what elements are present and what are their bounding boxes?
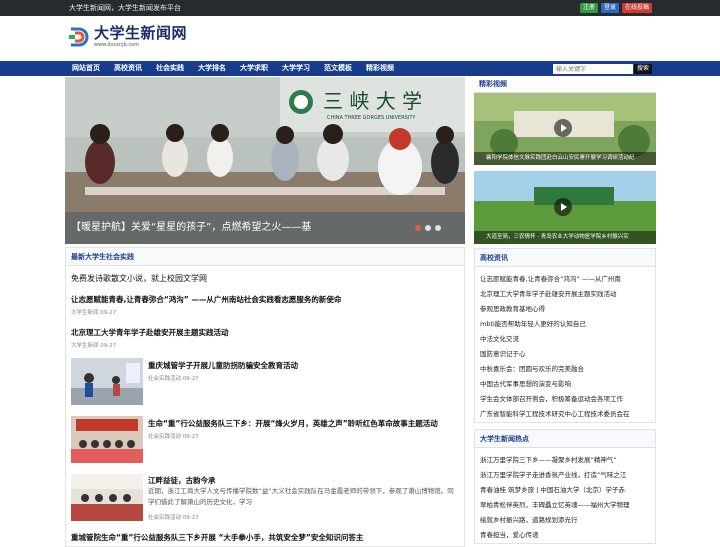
campus-news-section: 高校资讯 让志愿赋能青春,让青春弥合“鸿沟” ——从广州南 北京理工大学青年学子… — [474, 248, 656, 423]
list-item[interactable]: 中秋喜乐会：团圆与欢乐的完美融合 — [480, 363, 584, 373]
site-header: 大学生新闻网 www.dxsxnjb.com — [0, 16, 720, 61]
slider-dots — [415, 225, 441, 231]
list-item[interactable]: 中国古代军事思想的演变与影响 — [480, 378, 571, 388]
list-item[interactable]: 免费发诗歌散文小说，就上校园文学网 — [71, 273, 207, 284]
slider-dot[interactable] — [435, 225, 441, 231]
section-title: 最新大学生社会实践 — [66, 248, 464, 266]
nav-campus-news[interactable]: 高校资讯 — [107, 61, 149, 76]
slider-caption[interactable]: 【暖星护航】关爱“星星的孩子”，点燃希望之火——基 — [65, 212, 465, 244]
nav-templates[interactable]: 范文模板 — [317, 61, 359, 76]
list-item[interactable]: 浙江万里学院学子走进香氛产业线，打造“气味之江 — [480, 469, 626, 479]
thumbnail-image — [71, 416, 143, 463]
play-icon[interactable] — [554, 119, 572, 137]
main-nav: 网站首页 高校资讯 社会实践 大学排名 大学求职 大学学习 范文模板 精彩视频 … — [0, 61, 720, 76]
site-name: 大学生新闻网 — [94, 24, 188, 42]
latest-practice-section: 最新大学生社会实践 免费发诗歌散文小说，就上校园文学网 让志愿赋能青春,让青春弥… — [65, 247, 465, 547]
slider-sign-text: 三 峡 大 学 — [323, 89, 422, 113]
list-item[interactable]: 让志愿赋能青春,让青春弥合“鸿沟” ——从广州南站社会实践看志愿服务的新使命 — [71, 294, 341, 305]
featured-slider[interactable]: 三 峡 大 学 CHINA THREE GORGES UNIVERSITY 【暖… — [65, 77, 465, 244]
list-item[interactable]: mbti能否帮助年轻人更好的认知自己 — [480, 318, 586, 328]
list-item[interactable]: 翠柏青松伴英烈，丰碑矗立忆英魂——福州大学物理 — [480, 499, 630, 509]
slider-sign-en: CHINA THREE GORGES UNIVERSITY — [327, 115, 416, 121]
nav-job-hunting[interactable]: 大学求职 — [233, 61, 275, 76]
nav-social-practice[interactable]: 社会实践 — [149, 61, 191, 76]
list-item[interactable]: 青春油桂 筑梦乡旅 | 中国石油大学（北京）学子赤 — [480, 484, 625, 494]
list-item[interactable]: 重庆城管学子开展儿童防拐防骗安全教育活动 — [148, 360, 298, 371]
list-item-meta: 社会实践活动 09-27 — [148, 376, 199, 382]
search-button[interactable]: 搜索 — [634, 64, 653, 74]
submit-article-button[interactable]: 在线投稿 — [621, 3, 652, 13]
section-title: 大学生新闻热点 — [475, 430, 655, 448]
slider-dot[interactable] — [425, 225, 431, 231]
list-item-meta: 社会实践活动 09-27 — [148, 434, 199, 440]
slider-dot[interactable] — [415, 225, 421, 231]
site-logo[interactable]: 大学生新闻网 www.dxsxnjb.com — [68, 25, 187, 48]
list-item[interactable]: 学生会文体部召开例会，积极筹备运动会各项工作 — [480, 393, 623, 403]
login-button[interactable]: 登录 — [600, 3, 619, 13]
list-item[interactable]: 浙江万里学院三下乡——凝聚乡村发展“精神气” — [480, 454, 617, 464]
thumbnail-image — [71, 474, 143, 521]
list-item-desc: 近期，浙江工商大学人文与传播学院数“益”大义社会实践队在马金霞老师的带领下，参观… — [148, 487, 454, 506]
videos-section-header: 精彩视频 — [474, 77, 656, 93]
list-item[interactable]: 参观思政教育基地心得 — [480, 303, 545, 313]
list-item-meta: 大学生新闻 09-27 — [71, 343, 117, 349]
hot-news-section: 大学生新闻热点 浙江万里学院三下乡——凝聚乡村发展“精神气” 浙江万里学院学子走… — [474, 429, 656, 544]
nav-videos[interactable]: 精彩视频 — [359, 61, 401, 76]
play-icon[interactable] — [554, 198, 572, 216]
video-card[interactable]: 大道至简，三农情怀 · 青岛农业大学动物医学院乡村振兴实 — [474, 171, 656, 244]
list-item[interactable]: 北京理工大学青年学子赴雄安开展主题实践活动 — [480, 288, 617, 298]
list-item-meta: 社会实践活动 09-27 — [148, 515, 199, 521]
video-caption[interactable]: 大道至简，三农情怀 · 青岛农业大学动物医学院乡村振兴实 — [474, 231, 656, 244]
list-item[interactable]: 国防意识记于心 — [480, 348, 526, 358]
list-item[interactable]: 青春担当，爱心传递 — [480, 529, 539, 539]
section-title: 高校资讯 — [475, 249, 655, 267]
nav-study[interactable]: 大学学习 — [275, 61, 317, 76]
site-url: www.dxsxnjb.com — [94, 42, 140, 48]
news-thumbnail[interactable] — [71, 416, 143, 463]
list-item-meta: 大学生新闻 09-27 — [71, 310, 117, 316]
thumbnail-image — [71, 358, 143, 405]
search-box: 搜索 — [553, 64, 653, 74]
nav-home[interactable]: 网站首页 — [68, 61, 107, 76]
nav-university-ranking[interactable]: 大学排名 — [191, 61, 233, 76]
list-item[interactable]: 生命“重”行公益服务队三下乡：开展“烽火岁月，英雄之声”聆听红色革命故事主题活动 — [148, 418, 438, 429]
section-title: 精彩视频 — [474, 77, 656, 93]
list-item[interactable]: 中法文化交流 — [480, 333, 519, 343]
top-bar: 大学生新闻网，大学生新闻发布平台 注册 登录 在线投稿 — [0, 0, 720, 16]
news-thumbnail[interactable] — [71, 358, 143, 405]
list-item[interactable]: 让志愿赋能青春,让青春弥合“鸿沟” ——从广州南 — [480, 273, 621, 283]
list-item[interactable]: 绘就乡村振兴路，道路规划添光行 — [480, 514, 578, 524]
list-item[interactable]: 广东省智能科学工程技术研究中心工程技术委员会在 — [480, 408, 630, 418]
site-slogan: 大学生新闻网，大学生新闻发布平台 — [69, 4, 181, 12]
news-thumbnail[interactable] — [71, 474, 143, 521]
video-caption[interactable]: 襄阳学院体信文脉实践团赴白云山安民寨开展学习调研活动纪 — [474, 152, 656, 165]
register-button[interactable]: 注册 — [579, 3, 598, 13]
video-card[interactable]: 襄阳学院体信文脉实践团赴白云山安民寨开展学习调研活动纪 — [474, 93, 656, 165]
search-input[interactable] — [553, 64, 633, 74]
list-item[interactable]: 江畔益徒，古韵今承 — [148, 475, 216, 486]
list-item[interactable]: 北京理工大学青年学子赴雄安开展主题实践活动 — [71, 327, 229, 338]
dx-logo-icon — [69, 27, 89, 46]
list-item[interactable]: 重城管院生命“重”行公益服务队三下乡开展 “大手拳小手，共筑安全梦”安全知识问答… — [71, 532, 363, 543]
